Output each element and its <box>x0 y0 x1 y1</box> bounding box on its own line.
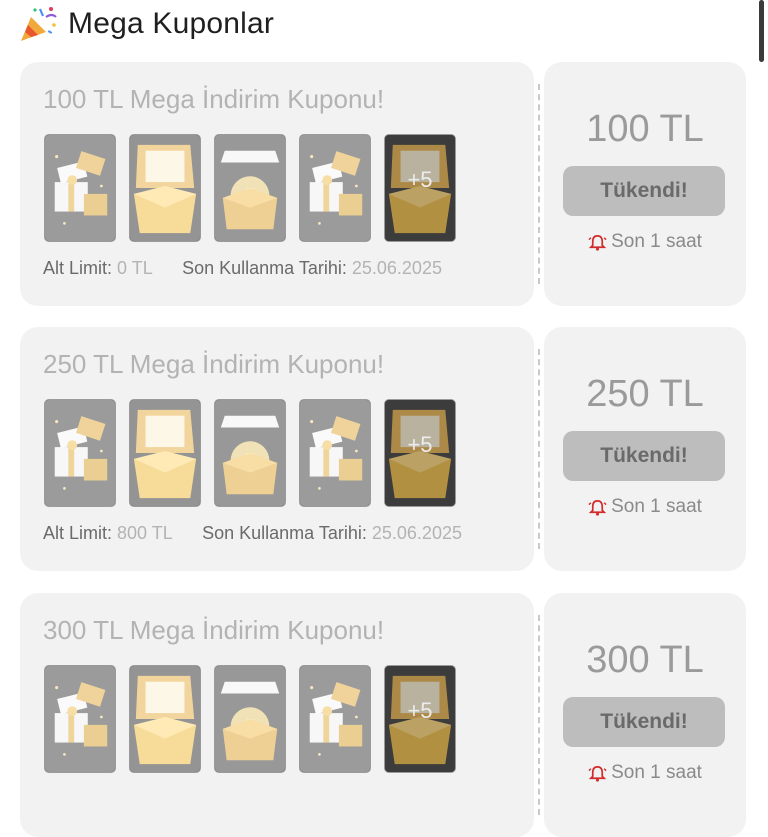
sold-out-button[interactable]: Tükendi! <box>563 431 725 481</box>
coupon-action-panel: 250 TL Tükendi! Son 1 saat <box>544 327 746 571</box>
gift-thumbnail[interactable] <box>129 134 201 242</box>
timer-text: Son 1 saat <box>611 762 702 783</box>
coupon-meta: Alt Limit: 800 TL Son Kullanma Tarihi: 2… <box>43 523 462 544</box>
gift-thumbnail[interactable] <box>129 399 201 507</box>
expiry-label: Son Kullanma Tarihi: <box>202 523 367 543</box>
gift-thumbnail[interactable] <box>44 665 116 773</box>
gift-thumbnail[interactable] <box>299 665 371 773</box>
timer: Son 1 saat <box>544 762 746 784</box>
more-images-thumbnail[interactable]: +5 <box>384 134 456 242</box>
alarm-bell-icon <box>588 499 607 516</box>
min-limit-label: Alt Limit: <box>43 523 113 543</box>
dashed-divider <box>538 615 540 815</box>
sold-out-button[interactable]: Tükendi! <box>563 697 725 747</box>
coupon-action-panel: 300 TL Tükendi! Son 1 saat <box>544 593 746 837</box>
min-limit-label: Alt Limit: <box>43 258 113 278</box>
more-images-thumbnail[interactable]: +5 <box>384 665 456 773</box>
timer: Son 1 saat <box>544 496 746 518</box>
timer-text: Son 1 saat <box>611 231 702 252</box>
gift-thumbnail[interactable] <box>44 134 116 242</box>
party-popper-icon <box>21 7 57 41</box>
coupon-title: 250 TL Mega İndirim Kuponu! <box>43 349 385 379</box>
gift-thumbnail[interactable] <box>214 399 286 507</box>
timer: Son 1 saat <box>544 231 746 253</box>
coupon-title: 100 TL Mega İndirim Kuponu! <box>43 84 385 114</box>
min-limit-value: 0 TL <box>117 258 153 278</box>
sold-out-button[interactable]: Tükendi! <box>563 166 725 216</box>
coupon-details-panel: 300 TL Mega İndirim Kuponu! +5 <box>20 593 534 837</box>
min-limit-value: 800 TL <box>117 523 173 543</box>
expiry-value: 25.06.2025 <box>371 523 462 543</box>
coupon-image-strip: +5 <box>44 134 456 242</box>
gift-thumbnail[interactable] <box>44 399 116 507</box>
dashed-divider <box>538 84 540 284</box>
gift-thumbnail[interactable] <box>214 134 286 242</box>
page-header: Mega Kuponlar <box>18 4 274 44</box>
coupon-details-panel: 250 TL Mega İndirim Kuponu! +5 Alt Limit… <box>20 327 534 571</box>
coupon-amount: 100 TL <box>586 108 704 150</box>
alarm-bell-icon <box>588 765 607 782</box>
coupon-action-panel: 100 TL Tükendi! Son 1 saat <box>544 62 746 306</box>
more-images-count: +5 <box>407 167 433 192</box>
page-title: Mega Kuponlar <box>68 7 275 40</box>
gift-thumbnail[interactable] <box>299 134 371 242</box>
more-images-thumbnail[interactable]: +5 <box>384 399 456 507</box>
coupon-card: 100 TL Mega İndirim Kuponu! +5 Alt Limit… <box>20 62 746 306</box>
scrollbar[interactable] <box>759 0 764 62</box>
more-images-count: +5 <box>407 698 433 723</box>
coupon-details-panel: 100 TL Mega İndirim Kuponu! +5 Alt Limit… <box>20 62 534 306</box>
coupon-meta: Alt Limit: 0 TL Son Kullanma Tarihi: 25.… <box>43 258 442 279</box>
gift-thumbnail[interactable] <box>129 665 201 773</box>
coupon-card: 300 TL Mega İndirim Kuponu! +5 300 TL Tü… <box>20 593 746 837</box>
gift-thumbnail[interactable] <box>299 399 371 507</box>
coupon-amount: 250 TL <box>586 373 704 415</box>
more-images-count: +5 <box>407 432 433 457</box>
timer-text: Son 1 saat <box>611 496 702 517</box>
dashed-divider <box>538 349 540 549</box>
alarm-bell-icon <box>588 234 607 251</box>
gift-thumbnail[interactable] <box>214 665 286 773</box>
coupon-amount: 300 TL <box>586 639 704 681</box>
coupon-image-strip: +5 <box>44 399 456 507</box>
expiry-label: Son Kullanma Tarihi: <box>182 258 347 278</box>
coupon-card: 250 TL Mega İndirim Kuponu! +5 Alt Limit… <box>20 327 746 571</box>
coupon-image-strip: +5 <box>44 665 456 773</box>
coupon-title: 300 TL Mega İndirim Kuponu! <box>43 615 385 645</box>
expiry-value: 25.06.2025 <box>351 258 442 278</box>
